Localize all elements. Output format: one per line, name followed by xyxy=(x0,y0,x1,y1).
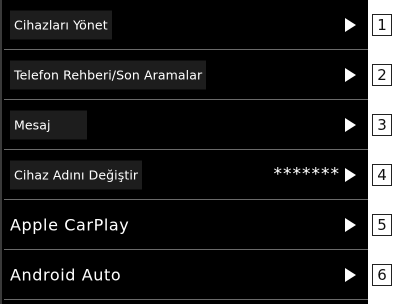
menu-item-label: Telefon Rehberi/Son Aramalar xyxy=(10,60,207,90)
menu-item-label: Cihazları Yönet xyxy=(10,10,112,40)
menu-item-label: Android Auto xyxy=(10,265,122,285)
menu-item-manage-devices[interactable]: Cihazları Yönet xyxy=(4,4,368,50)
callout-number-2: 2 xyxy=(372,64,392,86)
menu-item-message[interactable]: Mesaj xyxy=(4,104,368,150)
chevron-right-icon xyxy=(345,118,356,132)
device-name-value: ******* xyxy=(273,164,340,185)
callout-number-4: 4 xyxy=(372,164,392,186)
chevron-right-icon xyxy=(345,68,356,82)
infotainment-screen: Cihazları Yönet Telefon Rehberi/Son Aram… xyxy=(0,0,368,304)
bluetooth-settings-menu: Cihazları Yönet Telefon Rehberi/Son Aram… xyxy=(4,4,368,300)
callout-number-1: 1 xyxy=(372,14,392,36)
menu-item-phonebook-recent-calls[interactable]: Telefon Rehberi/Son Aramalar xyxy=(4,54,368,100)
callout-number-6: 6 xyxy=(372,264,392,286)
menu-item-apple-carplay[interactable]: Apple CarPlay xyxy=(4,204,368,250)
chevron-right-icon xyxy=(345,268,356,282)
menu-item-change-device-name[interactable]: Cihaz Adını Değiştir ******* xyxy=(4,154,368,200)
chevron-right-icon xyxy=(345,18,356,32)
callout-number-3: 3 xyxy=(372,114,392,136)
menu-item-label: Apple CarPlay xyxy=(10,215,130,235)
menu-item-label: Cihaz Adını Değiştir xyxy=(10,160,143,190)
chevron-right-icon xyxy=(345,168,356,182)
menu-item-android-auto[interactable]: Android Auto xyxy=(4,254,368,300)
callout-number-5: 5 xyxy=(372,214,392,236)
menu-item-label: Mesaj xyxy=(10,110,87,140)
chevron-right-icon xyxy=(345,218,356,232)
